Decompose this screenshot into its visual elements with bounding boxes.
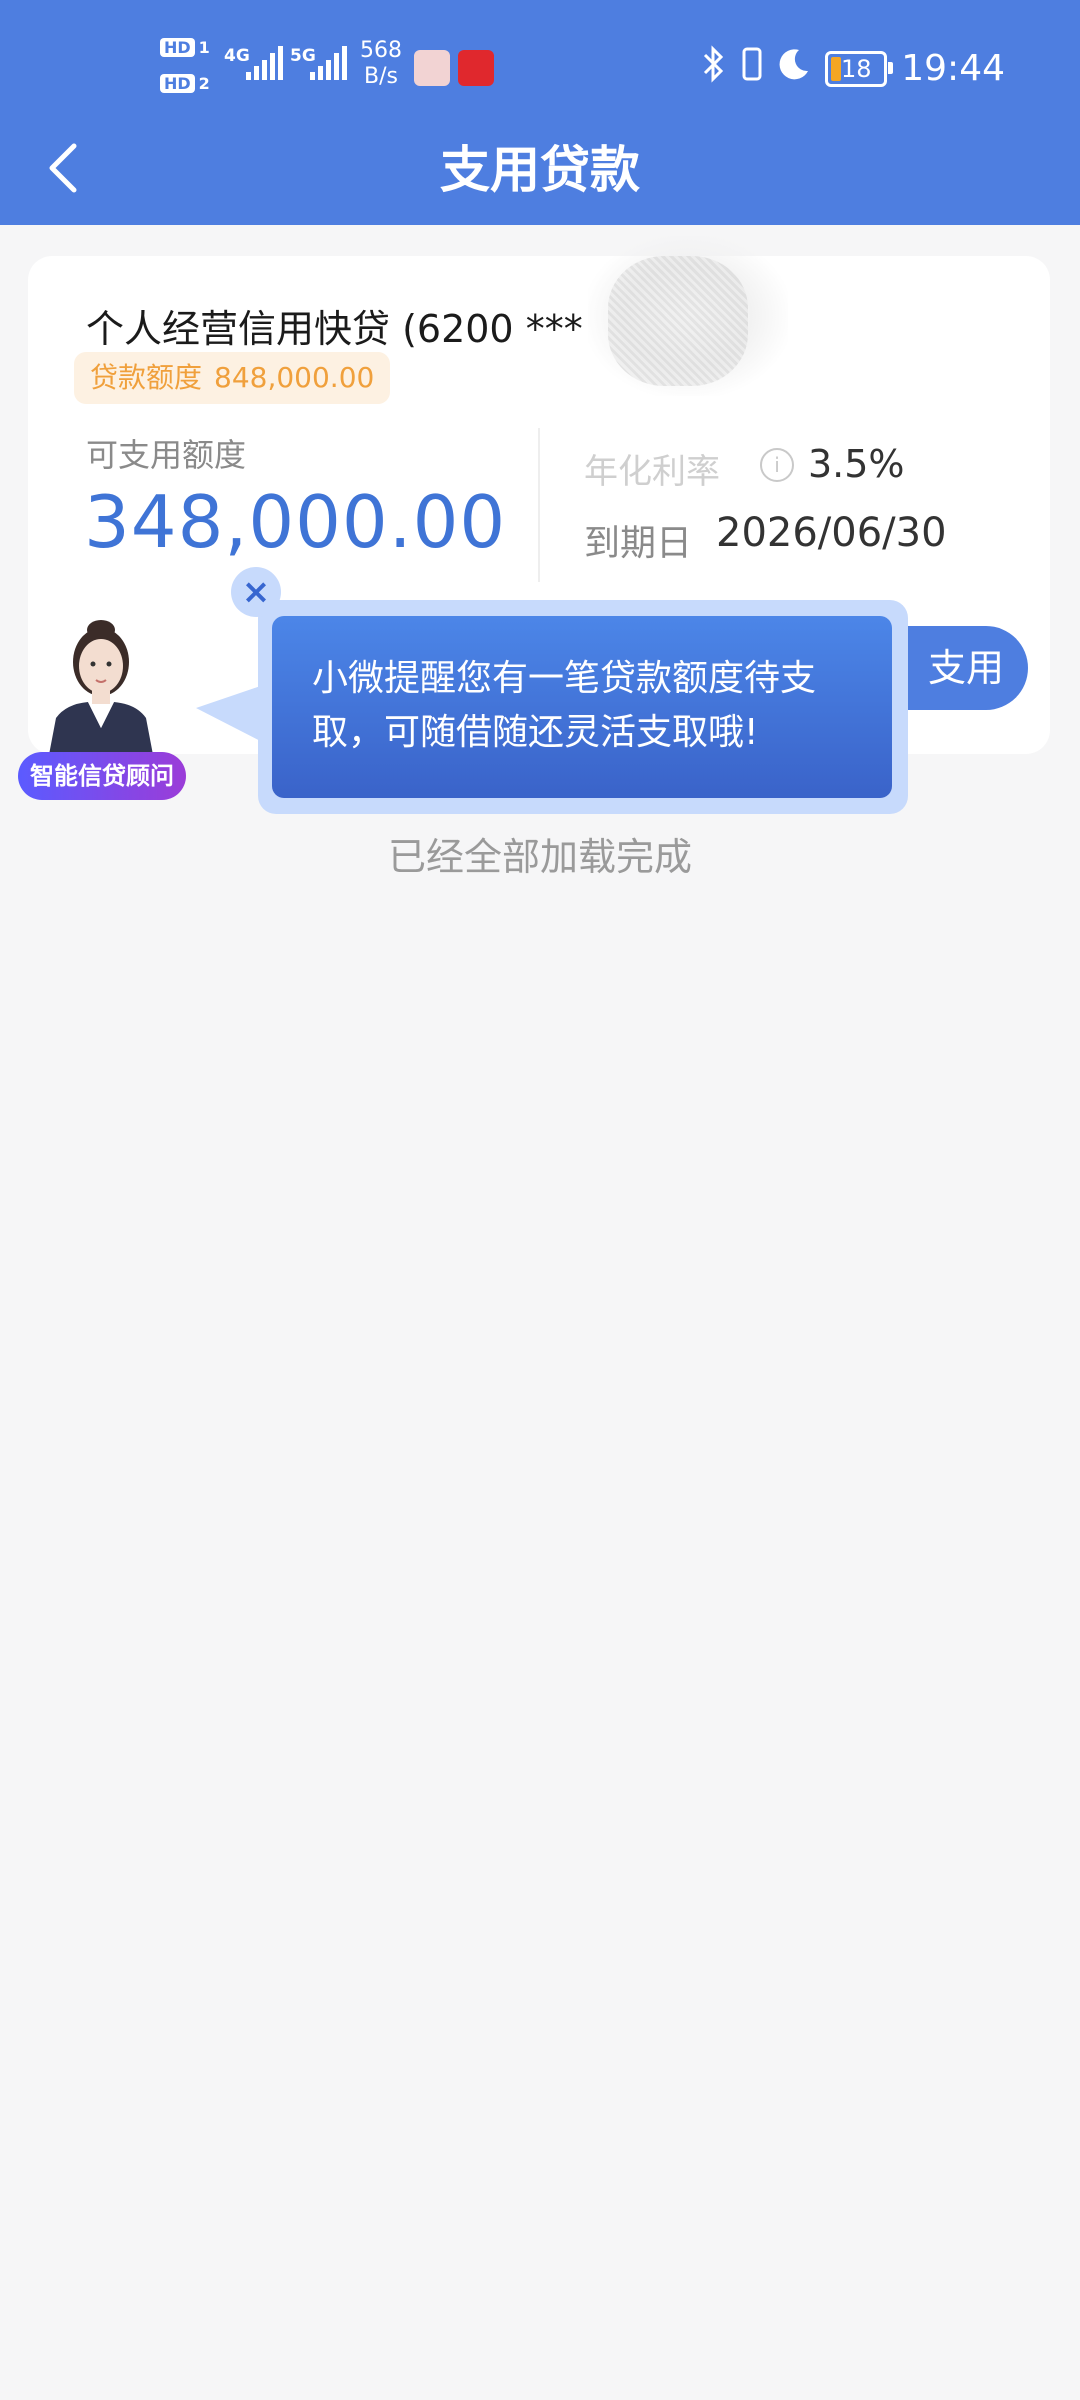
system-indicators: 18 19:44 (701, 44, 1005, 93)
app-notification-icon (414, 50, 450, 86)
advisor-avatar[interactable] (36, 610, 166, 760)
bluetooth-icon (701, 44, 727, 93)
close-icon: × (241, 572, 271, 612)
rate-label: 年化利率 (584, 452, 720, 492)
app-notification-icon-2 (458, 50, 494, 86)
signal-1-icon (246, 46, 283, 80)
available-amount: 348,000.00 (84, 480, 507, 564)
quota-badge: 贷款额度 848,000.00 (74, 352, 391, 404)
load-complete-text: 已经全部加载完成 (387, 835, 692, 879)
redacted-area-scribble (608, 256, 748, 386)
page-title: 支用贷款 (440, 141, 640, 199)
vertical-divider (538, 428, 540, 582)
advisor-message[interactable]: 小微提醒您有一笔贷款额度待支取，可随借随还灵活支取哦! (272, 616, 892, 798)
app-header: HD 1 HD 2 4G 5G 568 B/s 18 19:44 支用贷款 (0, 0, 1080, 225)
due-date-value: 2026/06/30 (716, 510, 947, 556)
product-name: 个人经营信用快贷 (6200 *** (86, 307, 583, 351)
status-bar: HD 1 HD 2 4G 5G 568 B/s 18 19:44 (0, 0, 1080, 135)
close-bubble-button[interactable]: × (231, 567, 281, 617)
due-date-label: 到期日 (584, 523, 693, 564)
sim1-indicator: HD 1 (160, 38, 210, 57)
battery-icon: 18 (825, 50, 894, 87)
available-label: 可支用额度 (86, 436, 247, 474)
info-icon[interactable]: i (760, 448, 794, 482)
advisor-portrait-icon (48, 620, 154, 760)
vibrate-icon (741, 46, 763, 91)
signal-2-icon (310, 46, 347, 80)
clock: 19:44 (901, 48, 1005, 89)
do-not-disturb-moon-icon (777, 47, 811, 90)
quota-label: 贷款额度 (90, 361, 203, 394)
rate-value: 3.5% (808, 442, 905, 486)
advisor-badge[interactable]: 智能信贷顾问 (18, 752, 186, 800)
network-speed: 568 B/s (360, 38, 402, 89)
quota-value: 848,000.00 (214, 361, 375, 394)
sim2-indicator: HD 2 (160, 74, 210, 93)
